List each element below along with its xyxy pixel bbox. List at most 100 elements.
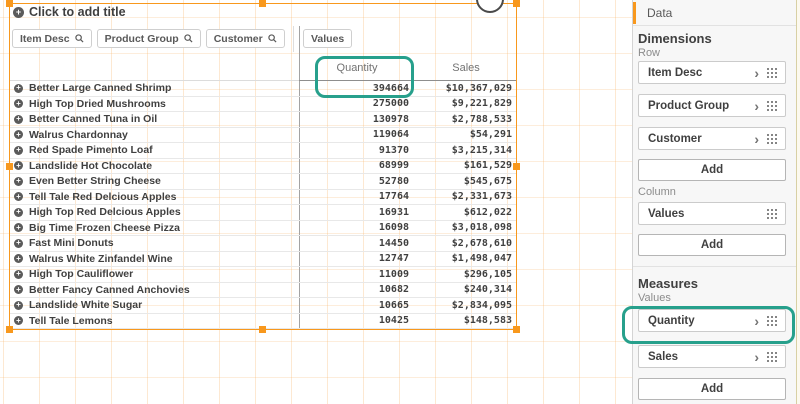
panel-separator: [633, 266, 797, 267]
row-dimension-cell[interactable]: + Better Large Canned Shrimp: [10, 82, 299, 94]
panel-edge-strip: [796, 0, 800, 404]
chevron-right-icon[interactable]: ›: [754, 350, 759, 364]
add-row-dimension-button[interactable]: Add: [638, 159, 786, 181]
dimension-chip[interactable]: Item Desc: [12, 29, 92, 48]
row-dimension-cell[interactable]: + Fast Mini Donuts: [10, 237, 299, 249]
item-name: Big Time Frozen Cheese Pizza: [29, 222, 180, 234]
dimension-card[interactable]: Item Desc ›: [638, 61, 786, 84]
sales-cell: $1,498,047: [415, 253, 517, 264]
table-row[interactable]: + Walrus Chardonnay 119064 $54,291: [10, 128, 517, 144]
expand-row-icon[interactable]: +: [14, 99, 23, 108]
column-card[interactable]: Values: [638, 202, 786, 225]
values-chip[interactable]: Values: [303, 29, 352, 48]
table-row[interactable]: + High Top Cauliflower 11009 $296,105: [10, 267, 517, 283]
row-dimension-cell[interactable]: + Red Spade Pimento Loaf: [10, 144, 299, 156]
highlight-quantity-column: [315, 56, 414, 98]
table-row[interactable]: + Better Large Canned Shrimp 394664 $10,…: [10, 81, 517, 97]
drag-handle-icon[interactable]: [766, 208, 779, 219]
expand-row-icon[interactable]: +: [14, 84, 23, 93]
chart-title-placeholder[interactable]: + Click to add title: [13, 5, 126, 19]
dimensions-heading: Dimensions: [638, 31, 786, 46]
quantity-cell: 130978: [299, 114, 415, 125]
dimension-chip[interactable]: Product Group: [97, 29, 201, 48]
dimension-chip-label: Customer: [214, 33, 263, 45]
row-dimension-cell[interactable]: + Walrus Chardonnay: [10, 129, 299, 141]
row-dimension-cell[interactable]: + Landslide White Sugar: [10, 299, 299, 311]
table-row[interactable]: + Big Time Frozen Cheese Pizza 16098 $3,…: [10, 221, 517, 237]
expand-row-icon[interactable]: +: [14, 223, 23, 232]
table-row[interactable]: + Walrus White Zinfandel Wine 12747 $1,4…: [10, 252, 517, 268]
row-dimension-cell[interactable]: + Walrus White Zinfandel Wine: [10, 253, 299, 265]
dimension-card[interactable]: Customer ›: [638, 127, 786, 150]
row-dimension-cell[interactable]: + High Top Red Delcious Apples: [10, 206, 299, 218]
chevron-right-icon[interactable]: ›: [754, 99, 759, 113]
search-icon[interactable]: [268, 34, 277, 43]
table-row[interactable]: + Landslide Hot Chocolate 68999 $161,529: [10, 159, 517, 175]
row-dimension-cell[interactable]: + High Top Cauliflower: [10, 268, 299, 280]
search-icon[interactable]: [75, 34, 84, 43]
table-row[interactable]: + Tell Tale Red Delcious Apples 17764 $2…: [10, 190, 517, 206]
table-row[interactable]: + Better Canned Tuna in Oil 130978 $2,78…: [10, 112, 517, 128]
sales-cell: $54,291: [415, 129, 517, 140]
add-measure-button[interactable]: Add: [638, 378, 786, 400]
expand-row-icon[interactable]: +: [14, 270, 23, 279]
row-dimension-cell[interactable]: + Better Fancy Canned Anchovies: [10, 284, 299, 296]
expand-row-icon[interactable]: +: [14, 208, 23, 217]
row-dimension-cell[interactable]: + Landslide Hot Chocolate: [10, 160, 299, 172]
expand-row-icon[interactable]: +: [14, 177, 23, 186]
item-name: Better Large Canned Shrimp: [29, 82, 171, 94]
row-dimension-cell[interactable]: + Even Better String Cheese: [10, 175, 299, 187]
resize-handle-top-left[interactable]: [6, 0, 13, 7]
quantity-cell: 16098: [299, 222, 415, 233]
add-column-button[interactable]: Add: [638, 234, 786, 256]
expand-row-icon[interactable]: +: [14, 192, 23, 201]
row-dimension-cell[interactable]: + Tell Tale Lemons: [10, 315, 299, 327]
quantity-cell: 16931: [299, 207, 415, 218]
resize-handle-top-middle[interactable]: [259, 0, 266, 7]
chevron-right-icon[interactable]: ›: [754, 66, 759, 80]
row-dimension-cell[interactable]: + Big Time Frozen Cheese Pizza: [10, 222, 299, 234]
quantity-cell: 52780: [299, 176, 415, 187]
measure-header-row: Quantity Sales: [10, 56, 517, 81]
dimension-card[interactable]: Product Group ›: [638, 94, 786, 117]
table-row[interactable]: + High Top Red Delcious Apples 16931 $61…: [10, 205, 517, 221]
drag-handle-icon[interactable]: [766, 67, 779, 78]
table-row[interactable]: + Even Better String Cheese 52780 $545,6…: [10, 174, 517, 190]
expand-row-icon[interactable]: +: [14, 115, 23, 124]
table-row[interactable]: + High Top Dried Mushrooms 275000 $9,221…: [10, 97, 517, 113]
expand-row-icon[interactable]: +: [14, 146, 23, 155]
item-name: Landslide White Sugar: [29, 299, 142, 311]
expand-row-icon[interactable]: +: [14, 239, 23, 248]
table-row[interactable]: + Red Spade Pimento Loaf 91370 $3,215,31…: [10, 143, 517, 159]
table-row[interactable]: + Landslide White Sugar 10665 $2,834,095: [10, 298, 517, 314]
dimension-chip[interactable]: Customer: [206, 29, 285, 48]
expand-row-icon[interactable]: +: [14, 161, 23, 170]
quantity-cell: 119064: [299, 129, 415, 140]
column-section-label: Column: [638, 186, 786, 198]
dimension-card-label: Customer: [648, 133, 754, 145]
drag-handle-icon[interactable]: [766, 100, 779, 111]
expand-row-icon[interactable]: +: [14, 301, 23, 310]
sales-cell: $545,675: [415, 176, 517, 187]
drag-handle-icon[interactable]: [766, 133, 779, 144]
expand-row-icon[interactable]: +: [14, 285, 23, 294]
row-dimension-cell[interactable]: + Better Canned Tuna in Oil: [10, 113, 299, 125]
sales-column-header[interactable]: Sales: [415, 56, 517, 81]
measure-card[interactable]: Sales ›: [638, 345, 786, 368]
row-section-label: Row: [638, 47, 786, 59]
row-dimension-cell[interactable]: + High Top Dried Mushrooms: [10, 98, 299, 110]
chevron-right-icon[interactable]: ›: [754, 132, 759, 146]
table-row[interactable]: + Fast Mini Donuts 14450 $2,678,610: [10, 236, 517, 252]
table-row[interactable]: + Better Fancy Canned Anchovies 10682 $2…: [10, 283, 517, 299]
expand-row-icon[interactable]: +: [14, 254, 23, 263]
expand-row-icon[interactable]: +: [14, 316, 23, 325]
drag-handle-icon[interactable]: [766, 351, 779, 362]
row-dimension-cell[interactable]: + Tell Tale Red Delcious Apples: [10, 191, 299, 203]
table-row[interactable]: + Tell Tale Lemons 10425 $148,583: [10, 314, 517, 330]
object-action-button[interactable]: [476, 0, 504, 13]
search-icon[interactable]: [184, 34, 193, 43]
tab-data[interactable]: Data: [633, 0, 797, 26]
quantity-cell: 11009: [299, 269, 415, 280]
resize-handle-top-right[interactable]: [513, 0, 520, 7]
expand-row-icon[interactable]: +: [14, 130, 23, 139]
